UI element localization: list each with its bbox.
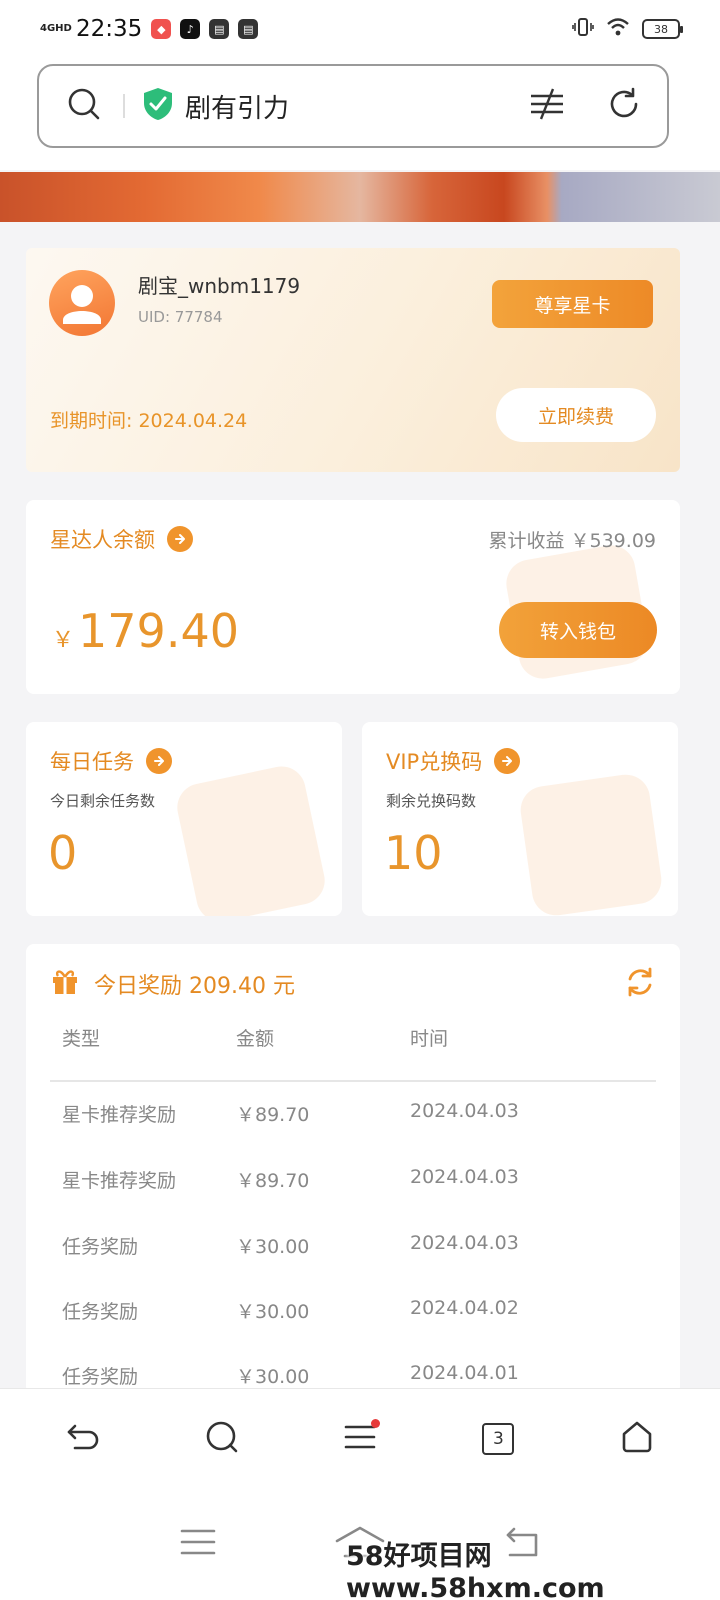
table-row: 星卡推荐奖励 ￥89.70 2024.04.03 — [26, 1100, 680, 1140]
arrow-right-icon[interactable] — [146, 748, 172, 774]
sim-card-icon: ▤ — [209, 19, 230, 39]
rewards-card: 今日奖励 209.40 元 类型 金额 时间 星卡推荐奖励 ￥89.70 202… — [26, 944, 680, 1394]
shield-check-icon — [143, 87, 173, 125]
column-header-time: 时间 — [410, 1028, 449, 1050]
reward-type: 任务奖励 — [62, 1301, 139, 1323]
menu-icon — [344, 1423, 376, 1455]
star-card-button[interactable]: 尊享星卡 — [492, 280, 653, 328]
gift-icon — [50, 966, 80, 1002]
app-notification-icon: ◆ — [151, 19, 172, 39]
daily-task-card[interactable]: 每日任务 今日剩余任务数 0 — [26, 722, 342, 916]
reward-date: 2024.04.03 — [410, 1232, 519, 1254]
search-icon[interactable] — [67, 87, 101, 125]
table-row: 任务奖励 ￥30.00 2024.04.02 — [26, 1297, 680, 1337]
username: 剧宝_wnbm1179 — [138, 274, 301, 298]
balance-amount: ￥ 179.40 — [52, 604, 239, 658]
search-icon — [205, 1420, 239, 1458]
daily-task-count: 0 — [48, 826, 78, 880]
reward-type: 任务奖励 — [62, 1236, 139, 1258]
filter-icon[interactable] — [529, 87, 565, 125]
tabs-button[interactable]: 3 — [468, 1409, 528, 1469]
rewards-title: 今日奖励 209.40 元 — [94, 974, 295, 999]
clock: 22:35 — [76, 16, 143, 42]
browser-header: 剧有引力 — [0, 58, 720, 170]
vibrate-icon — [572, 17, 594, 41]
cumulative-earnings: 累计收益 ￥539.09 — [488, 530, 656, 552]
reward-date: 2024.04.03 — [410, 1166, 519, 1188]
reward-amount: ￥30.00 — [236, 1301, 310, 1323]
network-indicator: 4GHD — [40, 23, 72, 34]
column-header-type: 类型 — [62, 1028, 101, 1050]
daily-task-title[interactable]: 每日任务 — [50, 746, 172, 776]
reward-date: 2024.04.03 — [410, 1100, 519, 1122]
reward-date: 2024.04.02 — [410, 1297, 519, 1319]
battery-icon: 38 — [642, 19, 683, 39]
user-id: UID: 77784 — [138, 308, 223, 326]
expiry-date: 到期时间: 2024.04.24 — [50, 410, 248, 432]
member-card: 剧宝_wnbm1179 UID: 77784 尊享星卡 到期时间: 2024.0… — [26, 248, 680, 472]
status-bar: 4GHD 22:35 ◆ ♪ ▤ ▤ 38 — [0, 0, 720, 58]
refresh-icon[interactable] — [607, 87, 641, 125]
vip-code-card[interactable]: VIP兑换码 剩余兑换码数 10 — [362, 722, 678, 916]
daily-task-subtitle: 今日剩余任务数 — [50, 792, 156, 810]
address-bar[interactable]: 剧有引力 — [37, 64, 669, 148]
column-header-amount: 金额 — [236, 1028, 275, 1050]
sim-card-icon: ▤ — [238, 19, 259, 39]
rewards-header: 今日奖励 209.40 元 — [50, 966, 295, 1002]
banner-image — [0, 172, 720, 222]
tabs-icon: 3 — [482, 1422, 515, 1455]
reward-amount: ￥89.70 — [236, 1104, 310, 1126]
balance-value: 179.40 — [78, 604, 239, 658]
search-button[interactable] — [192, 1409, 252, 1469]
balance-title-label: 星达人余额 — [50, 528, 155, 552]
divider — [123, 94, 125, 118]
watermark: 58好项目网www.58hxm.com — [346, 1541, 605, 1600]
decoration — [517, 771, 665, 916]
reward-type: 任务奖励 — [62, 1366, 139, 1388]
renew-button[interactable]: 立即续费 — [496, 388, 656, 442]
wifi-icon — [606, 17, 630, 41]
decoration — [172, 762, 330, 916]
back-button[interactable] — [53, 1409, 113, 1469]
refresh-icon[interactable] — [624, 966, 656, 1002]
recent-apps-icon[interactable] — [180, 1527, 216, 1561]
vip-code-subtitle: 剩余兑换码数 — [386, 792, 477, 810]
vip-code-title[interactable]: VIP兑换码 — [386, 746, 521, 776]
back-arrow-icon — [65, 1420, 101, 1458]
reward-amount: ￥30.00 — [236, 1236, 310, 1258]
browser-toolbar: 3 — [0, 1388, 720, 1488]
tiktok-icon: ♪ — [180, 19, 201, 39]
arrow-right-icon[interactable] — [494, 748, 521, 774]
tab-count: 3 — [492, 1428, 504, 1449]
divider — [50, 1080, 656, 1082]
reward-type: 星卡推荐奖励 — [62, 1104, 177, 1126]
reward-type: 星卡推荐奖励 — [62, 1170, 177, 1192]
home-button[interactable] — [607, 1409, 667, 1469]
balance-card: 星达人余额 累计收益 ￥539.09 ￥ 179.40 转入钱包 — [26, 500, 680, 694]
menu-button[interactable] — [330, 1409, 390, 1469]
reward-amount: ￥89.70 — [236, 1170, 310, 1192]
vip-code-label: VIP兑换码 — [386, 750, 483, 774]
currency-symbol: ￥ — [52, 628, 75, 653]
balance-title[interactable]: 星达人余额 — [50, 524, 193, 554]
site-title[interactable]: 剧有引力 — [185, 88, 289, 125]
table-row: 任务奖励 ￥30.00 2024.04.03 — [26, 1232, 680, 1272]
reward-amount: ￥30.00 — [236, 1366, 310, 1388]
reward-date: 2024.04.01 — [410, 1362, 519, 1384]
daily-task-label: 每日任务 — [50, 750, 134, 774]
table-row: 星卡推荐奖励 ￥89.70 2024.04.03 — [26, 1166, 680, 1206]
vip-code-count: 10 — [384, 826, 443, 880]
arrow-right-icon[interactable] — [167, 526, 193, 552]
home-icon — [620, 1420, 654, 1458]
transfer-to-wallet-button[interactable]: 转入钱包 — [499, 602, 657, 658]
notification-dot — [370, 1418, 380, 1428]
avatar[interactable] — [49, 270, 115, 336]
